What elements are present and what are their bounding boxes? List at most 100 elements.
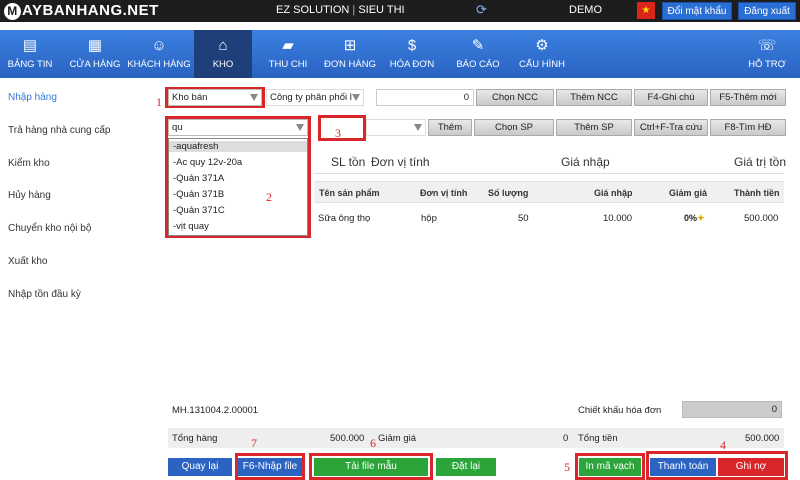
total-goods-label: Tổng hàng — [172, 433, 218, 444]
supplier-amount-input[interactable]: 0 — [376, 89, 474, 106]
warehouse-select[interactable]: Kho bán — [168, 89, 262, 106]
stock-header: SL tồn — [331, 155, 366, 169]
value-header: Giá trị tồn — [734, 155, 787, 169]
home-icon: ⌂ — [218, 37, 228, 54]
nav-thu-chi[interactable]: ▰ THU CHI — [258, 30, 318, 78]
sidebar-item-nhap-ton[interactable]: Nhập tồn đầu kỳ — [8, 289, 81, 300]
dropdown-option[interactable]: -aquafresh — [169, 141, 307, 152]
store-icon: ▦ — [87, 37, 103, 54]
new-button[interactable]: F5-Thêm mới — [710, 89, 786, 106]
discount-value: 0 — [563, 433, 569, 444]
nav-ho-tro[interactable]: ☏ HỖ TRỢ — [740, 30, 794, 78]
logo[interactable]: M AYBANHANG.NET — [4, 2, 159, 20]
find-invoice-button[interactable]: F8-Tìm HĐ — [710, 119, 786, 136]
sidebar-item-chuyen-kho[interactable]: Chuyển kho nội bộ — [8, 223, 91, 234]
support-icon: ☏ — [757, 37, 777, 54]
sidebar-item-huy-hang[interactable]: Hủy hàng — [8, 190, 51, 201]
import-file-button[interactable]: F6-Nhập file — [238, 458, 302, 476]
chevron-down-icon — [296, 124, 304, 131]
chevron-down-icon — [352, 94, 360, 101]
print-barcode-button[interactable]: In mã vạch — [579, 458, 641, 476]
total-goods-value: 500.000 — [330, 433, 365, 444]
sync-icon[interactable]: ⟳ — [476, 3, 490, 17]
nav-cau-hinh[interactable]: ⚙ CẤU HÌNH — [510, 30, 574, 78]
col-unit: Đơn vị tính — [420, 188, 468, 198]
product-search-input[interactable]: qu — [168, 119, 308, 136]
invoice-code: MH.131004.2.00001 — [172, 405, 259, 416]
vietnam-flag-icon[interactable]: ★ — [637, 2, 655, 19]
annotation-number: 1 — [156, 95, 162, 109]
nav-kho[interactable]: ⌂ KHO — [194, 30, 252, 78]
dropdown-option[interactable]: -Quản 371B — [173, 189, 224, 200]
quantity-select[interactable] — [366, 119, 426, 136]
nav-bao-cao[interactable]: ✎ BÁO CÁO — [446, 30, 510, 78]
cell-price: 10.000 — [603, 213, 633, 224]
nav-cua-hang[interactable]: ▦ CỬA HÀNG — [64, 30, 126, 78]
add-button[interactable]: Thêm — [428, 119, 472, 136]
price-header: Giá nhập — [561, 155, 610, 169]
nav-khach-hang[interactable]: ☺ KHÁCH HÀNG — [126, 30, 192, 78]
product-dropdown: -aquafresh -Ac quy 12v-20a -Quản 371A -Q… — [168, 138, 308, 236]
col-price: Giá nhập — [594, 188, 633, 198]
cell-total: 500.000 — [744, 213, 779, 224]
sidebar-item-xuat-kho[interactable]: Xuất kho — [8, 256, 47, 267]
nav-hoa-don[interactable]: $ HÓA ĐƠN — [382, 30, 442, 78]
pay-button[interactable]: Thanh toán — [650, 458, 716, 476]
customers-icon: ☺ — [151, 37, 167, 54]
solution-title: EZ SOLUTION | SIEU THI — [276, 4, 405, 16]
sidebar-item-nhap-hang[interactable]: Nhập hàng — [8, 92, 57, 103]
col-product: Tên sản phẩm — [319, 188, 380, 198]
cart-icon: ⊞ — [343, 37, 357, 54]
annotation-number: 7 — [251, 436, 257, 450]
gear-icon: ⚙ — [535, 37, 549, 54]
annotation-number: 5 — [564, 460, 570, 474]
choose-product-button[interactable]: Chọn SP — [474, 119, 554, 136]
add-product-button[interactable]: Thêm SP — [556, 119, 632, 136]
note-button[interactable]: F4-Ghi chú — [634, 89, 708, 106]
table-header: Tên sản phẩm Đơn vị tính Số lượng Giá nh… — [314, 181, 784, 203]
unit-header: Đơn vị tính — [371, 155, 430, 169]
money-icon: ▰ — [282, 37, 294, 54]
dropdown-option[interactable]: -Ac quy 12v-20a — [173, 157, 242, 168]
annotation-number: 6 — [370, 436, 376, 450]
top-bar: M AYBANHANG.NET EZ SOLUTION | SIEU THI ⟳ … — [0, 0, 800, 22]
annotation-number: 2 — [266, 190, 272, 204]
download-template-button[interactable]: Tải file mẫu — [314, 458, 428, 476]
chevron-down-icon — [250, 94, 258, 101]
totals-bar — [168, 428, 784, 448]
report-icon: ✎ — [471, 37, 485, 54]
dropdown-option[interactable]: -vịt quay — [173, 221, 209, 232]
back-button[interactable]: Quay lại — [168, 458, 232, 476]
account-name: DEMO — [569, 4, 602, 16]
col-total: Thành tiền — [734, 188, 780, 198]
nav-bang-tin[interactable]: ▤ BẢNG TIN — [2, 30, 58, 78]
cell-unit: hộp — [421, 213, 437, 224]
annotation-box — [318, 115, 366, 141]
invoice-discount-input[interactable]: 0 — [682, 401, 782, 418]
dropdown-option[interactable]: -Quản 371C — [173, 205, 225, 216]
nav-don-hang[interactable]: ⊞ ĐƠN HÀNG — [318, 30, 382, 78]
star-icon: ✦ — [697, 213, 705, 223]
reset-button[interactable]: Đặt lại — [436, 458, 496, 476]
sidebar-item-kiem-kho[interactable]: Kiểm kho — [8, 158, 50, 169]
total-money-label: Tổng tiền — [578, 433, 618, 444]
logout-button[interactable]: Đăng xuất — [738, 2, 796, 20]
total-money-value: 500.000 — [745, 433, 780, 444]
chevron-down-icon — [414, 124, 422, 131]
chart-icon: ▤ — [22, 37, 38, 54]
choose-supplier-button[interactable]: Chọn NCC — [476, 89, 554, 106]
sidebar-item-tra-hang[interactable]: Trả hàng nhà cung cấp — [8, 125, 110, 136]
supplier-select[interactable]: Công ty phân phối l — [266, 89, 364, 106]
debt-button[interactable]: Ghi nợ — [718, 458, 784, 476]
main-nav: ▤ BẢNG TIN ▦ CỬA HÀNG ☺ KHÁCH HÀNG ⌂ KHO ▰ TH… — [0, 30, 800, 78]
cell-qty: 50 — [518, 213, 529, 224]
change-password-button[interactable]: Đổi mật khẩu — [662, 2, 732, 20]
lookup-button[interactable]: Ctrl+F-Tra cứu — [634, 119, 708, 136]
add-supplier-button[interactable]: Thêm NCC — [556, 89, 632, 106]
discount-label: Giảm giá — [378, 433, 417, 444]
dropdown-option[interactable]: -Quản 371A — [173, 173, 224, 184]
cell-discount[interactable]: 0%✦ — [684, 213, 705, 224]
cell-product: Sữa ông thọ — [318, 213, 371, 224]
col-discount: Giảm giá — [669, 188, 708, 198]
invoice-icon: $ — [407, 37, 417, 54]
